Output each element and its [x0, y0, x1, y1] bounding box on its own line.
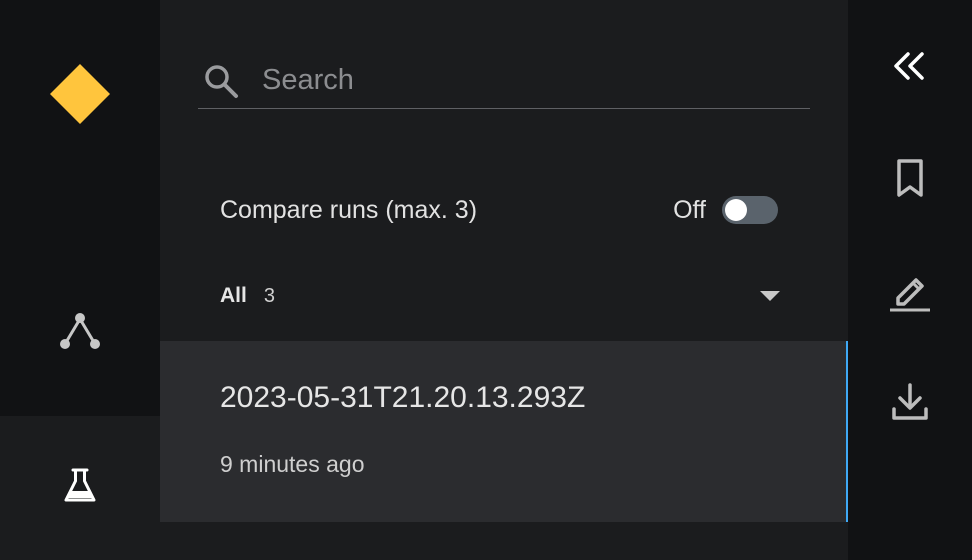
app: Compare runs (max. 3) Off All 3 2023-05-… [0, 0, 972, 560]
compare-runs-label: Compare runs (max. 3) [220, 195, 478, 224]
nav-item-pipeline[interactable] [0, 291, 160, 375]
search-input[interactable] [244, 58, 810, 103]
compare-runs-row: Compare runs (max. 3) Off [220, 188, 778, 232]
compare-toggle-group: Off [673, 196, 778, 225]
pencil-icon [888, 268, 932, 317]
run-title: 2023-05-31T21.20.13.293Z [220, 381, 586, 414]
run-filter-dropdown[interactable]: All 3 [220, 278, 780, 314]
diamond-logo-icon[interactable] [50, 64, 110, 124]
compare-runs-toggle[interactable] [722, 196, 778, 224]
compare-toggle-state: Off [673, 195, 706, 224]
search-icon [198, 59, 244, 103]
run-list-item[interactable]: 2023-05-31T21.20.13.293Z 9 minutes ago [160, 341, 848, 522]
nav-item-experiments[interactable] [0, 416, 160, 560]
filter-summary: All 3 [220, 284, 275, 308]
caret-down-icon [760, 291, 780, 301]
filter-label: All [220, 284, 247, 307]
flowchart-icon [57, 308, 103, 359]
flask-icon [60, 466, 100, 511]
download-button[interactable] [880, 374, 940, 434]
bookmark-icon [892, 157, 928, 204]
collapse-panel-button[interactable] [880, 38, 940, 98]
run-timestamp: 9 minutes ago [220, 451, 365, 477]
tool-rail [848, 0, 972, 560]
filter-count: 3 [263, 285, 275, 307]
edit-button[interactable] [880, 262, 940, 322]
double-chevron-left-icon [890, 46, 930, 91]
nav-rail [0, 0, 160, 560]
search-bar [198, 53, 810, 109]
download-icon [890, 381, 930, 428]
runs-panel: Compare runs (max. 3) Off All 3 2023-05-… [160, 0, 848, 560]
bookmark-button[interactable] [880, 150, 940, 210]
toggle-knob [725, 199, 747, 221]
